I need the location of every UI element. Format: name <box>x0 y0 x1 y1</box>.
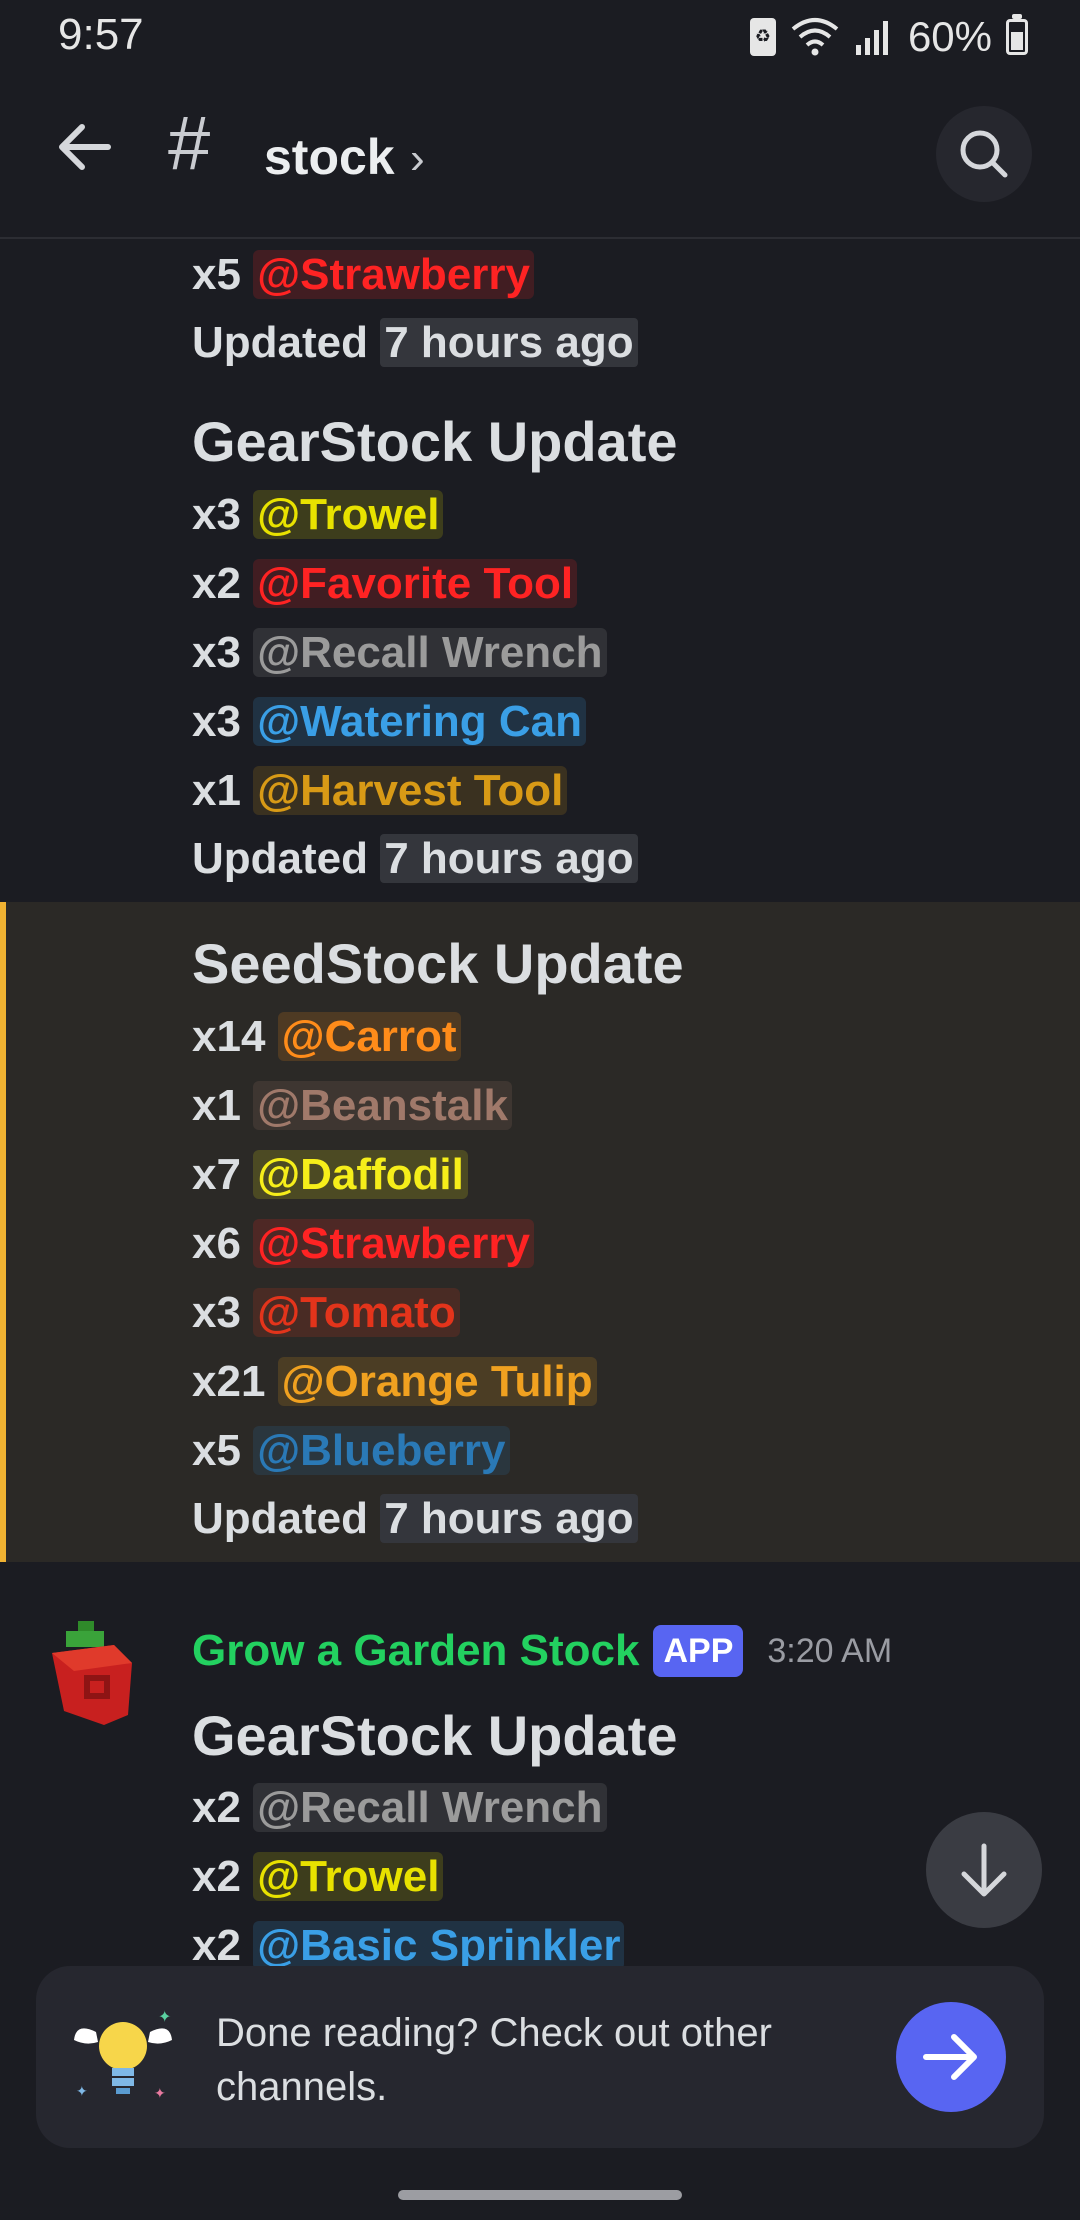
list-item: x2 @Trowel <box>192 1849 444 1905</box>
battery-saver-icon: ♻ <box>749 18 776 56</box>
arrow-left-icon <box>59 124 111 170</box>
chevron-right-icon[interactable]: › <box>410 134 425 184</box>
list-item: x3 @Watering Can <box>192 694 587 750</box>
role-mention[interactable]: @Orange Tulip <box>277 1357 597 1406</box>
back-button[interactable] <box>50 112 120 182</box>
arrow-right-icon <box>923 2034 977 2080</box>
list-item: x14 @Carrot <box>192 1009 461 1065</box>
channel-header: # stock › <box>0 72 1080 239</box>
role-mention[interactable]: @Watering Can <box>253 697 587 746</box>
updated-line: Updated 7 hours ago <box>192 315 638 371</box>
role-mention[interactable]: @Basic Sprinkler <box>253 1921 625 1969</box>
role-mention[interactable]: @Beanstalk <box>253 1081 512 1130</box>
role-mention[interactable]: @Strawberry <box>253 1219 534 1268</box>
list-item: x1 @Beanstalk <box>192 1078 512 1134</box>
wifi-icon <box>791 18 839 56</box>
status-bar: 9:57 ♻ 60% <box>0 0 1080 72</box>
home-indicator[interactable] <box>398 2190 682 2200</box>
role-mention[interactable]: @Recall Wrench <box>253 1783 607 1832</box>
app-badge: APP <box>653 1625 744 1677</box>
role-mention[interactable]: @Trowel <box>253 490 444 539</box>
signal-icon <box>855 21 888 55</box>
updated-line: Updated 7 hours ago <box>192 1491 638 1547</box>
lightbulb-icon: ✦ ✦ ✦ <box>68 2002 178 2112</box>
role-mention[interactable]: @Trowel <box>253 1852 444 1901</box>
list-item: x21 @Orange Tulip <box>192 1354 597 1410</box>
list-item: x7 @Daffodil <box>192 1147 468 1203</box>
svg-text:✦: ✦ <box>76 2084 88 2100</box>
message-header: Grow a Garden Stock APP 3:20 AM <box>192 1621 892 1681</box>
battery-icon <box>1006 14 1028 55</box>
list-item: x1 @Harvest Tool <box>192 763 568 819</box>
message-feed[interactable]: x5 @Strawberry Updated 7 hours ago GearS… <box>0 239 1080 1969</box>
search-button[interactable] <box>936 106 1032 202</box>
search-icon <box>960 130 1008 178</box>
role-mention[interactable]: @Favorite Tool <box>253 559 578 608</box>
list-item: x5 @Blueberry <box>192 1423 510 1479</box>
stock-heading: GearStock Update <box>192 1704 678 1767</box>
arrow-down-icon <box>961 1843 1007 1897</box>
list-item: x5 @Strawberry <box>192 247 534 303</box>
hash-icon: # <box>168 101 211 186</box>
browse-channels-button[interactable] <box>896 2002 1006 2112</box>
updated-line: Updated 7 hours ago <box>192 831 638 887</box>
stock-heading: SeedStock Update <box>192 932 684 995</box>
list-item: x6 @Strawberry <box>192 1216 534 1272</box>
role-mention[interactable]: @Blueberry <box>253 1426 510 1475</box>
role-mention[interactable]: @Harvest Tool <box>253 766 568 815</box>
channel-title[interactable]: stock <box>264 128 395 186</box>
role-mention[interactable]: @Carrot <box>277 1012 461 1061</box>
battery-percent: 60% <box>907 13 992 60</box>
role-mention[interactable]: @Strawberry <box>253 250 534 299</box>
status-icons: ♻ 60% <box>749 12 1028 62</box>
role-mention[interactable]: @Daffodil <box>253 1150 468 1199</box>
role-mention[interactable]: @Tomato <box>253 1288 460 1337</box>
author-name[interactable]: Grow a Garden Stock <box>192 1621 639 1681</box>
done-reading-banner[interactable]: ✦ ✦ ✦ Done reading? Check out other chan… <box>36 1966 1044 2148</box>
list-item: x2 @Favorite Tool <box>192 556 578 612</box>
status-time: 9:57 <box>58 10 144 59</box>
avatar[interactable] <box>44 1619 144 1729</box>
banner-message: Done reading? Check out other channels. <box>216 2011 772 2109</box>
list-item: x3 @Trowel <box>192 487 444 543</box>
jump-to-present-button[interactable] <box>926 1812 1042 1928</box>
highlighted-message <box>0 902 1080 1562</box>
message-time: 3:20 AM <box>767 1632 893 1670</box>
list-item: x2 @Basic Sprinkler <box>192 1918 625 1969</box>
timestamp: 7 hours ago <box>380 318 638 367</box>
stock-heading: GearStock Update <box>192 410 678 473</box>
pepper-avatar-icon <box>52 1621 132 1725</box>
svg-text:✦: ✦ <box>154 2086 166 2102</box>
list-item: x3 @Tomato <box>192 1285 460 1341</box>
svg-text:✦: ✦ <box>158 2007 171 2026</box>
list-item: x2 @Recall Wrench <box>192 1780 607 1836</box>
timestamp: 7 hours ago <box>380 834 638 883</box>
timestamp: 7 hours ago <box>380 1494 638 1543</box>
role-mention[interactable]: @Recall Wrench <box>253 628 607 677</box>
list-item: x3 @Recall Wrench <box>192 625 607 681</box>
